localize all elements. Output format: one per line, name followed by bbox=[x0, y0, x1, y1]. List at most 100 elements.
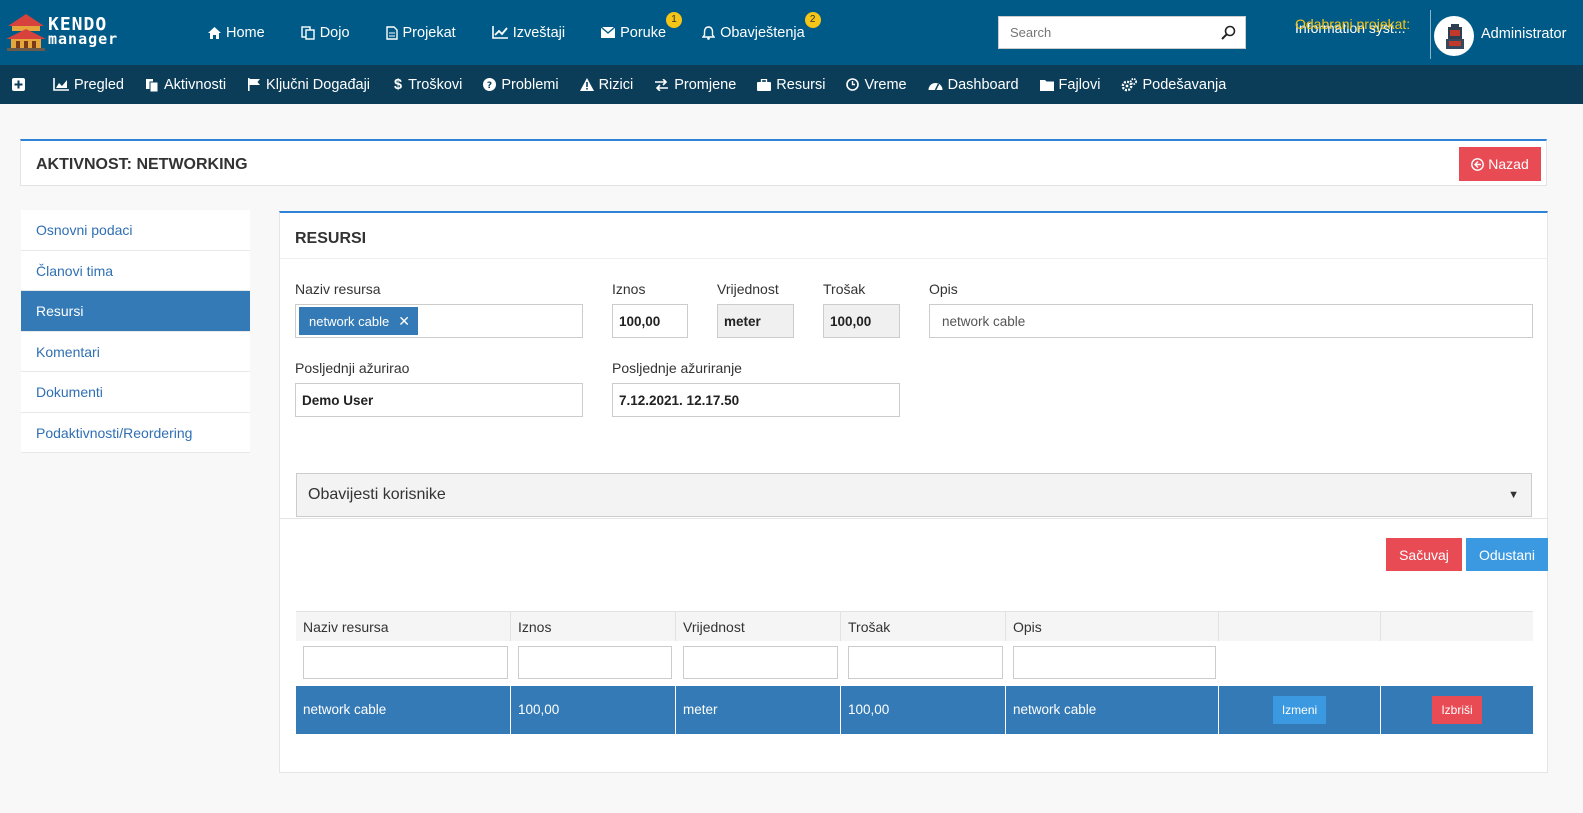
opis-input[interactable]: network cable bbox=[929, 304, 1533, 338]
subnav-problemi[interactable]: ? Problemi bbox=[483, 76, 559, 93]
subnav-pregled-label: Pregled bbox=[74, 76, 124, 93]
nav-izvestaji[interactable]: Izveštaji bbox=[491, 24, 566, 41]
edit-row-button[interactable]: Izmeni bbox=[1272, 696, 1327, 725]
sidebar-item-resursi[interactable]: Resursi bbox=[21, 291, 250, 332]
dashboard-icon bbox=[928, 82, 943, 90]
subnav-problemi-label: Problemi bbox=[501, 76, 559, 93]
nav-home[interactable]: Home bbox=[208, 25, 265, 41]
subnav-promjene-label: Promjene bbox=[674, 76, 737, 93]
files-icon bbox=[145, 78, 159, 92]
user-name[interactable]: Administrator bbox=[1481, 26, 1566, 42]
nav-poruke-label: Poruke bbox=[620, 24, 667, 41]
filter-opis-input[interactable] bbox=[1013, 646, 1216, 679]
nav-dojo[interactable]: Dojo bbox=[300, 24, 350, 41]
notify-users-dropdown[interactable]: Obavijesti korisnike ▼ bbox=[296, 473, 1532, 517]
main-nav: Home Dojo Projekat Izveštaji Poruke 1 Ob… bbox=[208, 0, 841, 65]
trosak-label: Trošak bbox=[823, 281, 866, 297]
remove-tag-icon[interactable]: ✕ bbox=[398, 313, 410, 330]
line-chart-icon bbox=[491, 26, 508, 39]
subnav-pregled[interactable]: Pregled bbox=[53, 77, 124, 93]
add-button[interactable] bbox=[12, 78, 30, 91]
subnav-resursi-label: Resursi bbox=[776, 76, 826, 93]
iznos-label: Iznos bbox=[612, 281, 646, 297]
pagoda-icon bbox=[6, 14, 46, 51]
back-button-label: Nazad bbox=[1488, 156, 1529, 172]
panel-title: RESURSI bbox=[295, 230, 367, 247]
grid-filter-row bbox=[296, 641, 1533, 686]
updated-by-label: Posljednji ažurirao bbox=[295, 360, 410, 376]
save-button[interactable]: Sačuvaj bbox=[1386, 538, 1462, 571]
sidebar-item-dokumenti[interactable]: Dokumenti bbox=[21, 372, 250, 413]
subnav-aktivnosti[interactable]: Aktivnosti bbox=[145, 77, 226, 93]
column-header-naziv[interactable]: Naziv resursa bbox=[296, 612, 511, 641]
updated-at-value: 7.12.2021. 12.17.50 bbox=[619, 392, 740, 408]
column-header-vrijednost[interactable]: Vrijednost bbox=[676, 612, 841, 641]
subnav-promjene[interactable]: Promjene bbox=[654, 77, 736, 93]
cancel-button[interactable]: Odustani bbox=[1466, 538, 1548, 571]
nav-poruke[interactable]: Poruke 1 bbox=[601, 11, 683, 41]
subnav-fajlovi[interactable]: Fajlovi bbox=[1039, 76, 1101, 93]
subnav-dashboard[interactable]: Dashboard bbox=[928, 77, 1019, 93]
nav-izvestaji-label: Izveštaji bbox=[512, 24, 566, 41]
subnav-rizici[interactable]: Rizici bbox=[579, 77, 633, 93]
filter-trosak-input[interactable] bbox=[848, 646, 1003, 679]
resources-panel: RESURSI Naziv resursa network cable ✕ Iz… bbox=[279, 211, 1548, 773]
naziv-resursa-multiselect[interactable]: network cable ✕ bbox=[295, 304, 583, 338]
subnav-aktivnosti-label: Aktivnosti bbox=[163, 76, 227, 93]
grid-header-row: Naziv resursa Iznos Vrijednost Trošak Op… bbox=[296, 611, 1533, 641]
subnav-troskovi[interactable]: $ Troškovi bbox=[391, 77, 462, 93]
selected-project[interactable]: Odabrani projekat: Information syst... bbox=[1295, 16, 1425, 36]
opis-label: Opis bbox=[929, 281, 958, 297]
sidebar-item-komentari[interactable]: Komentari bbox=[21, 331, 250, 372]
updated-by-value: Demo User bbox=[302, 392, 374, 408]
briefcase-icon bbox=[757, 78, 772, 91]
subnav-vreme[interactable]: Vreme bbox=[846, 76, 907, 93]
dollar-icon: $ bbox=[394, 76, 403, 93]
cell-iznos: 100,00 bbox=[511, 686, 676, 734]
search-icon[interactable] bbox=[1221, 25, 1236, 40]
sidebar-item-osnovni-podaci[interactable]: Osnovni podaci bbox=[21, 210, 250, 251]
nav-obavjestenja[interactable]: Obavještenja 2 bbox=[702, 11, 821, 41]
kendo-manager-logo[interactable]: KENDO manager bbox=[4, 12, 119, 54]
sidebar-item-clanovi-tima[interactable]: Članovi tima bbox=[21, 250, 250, 291]
subnav-kljucni-dogadjaji[interactable]: Ključni Događaji bbox=[247, 77, 370, 93]
subnav-fajlovi-label: Fajlovi bbox=[1058, 76, 1101, 93]
divider bbox=[280, 518, 1547, 519]
page-header: AKTIVNOST: NETWORKING Nazad bbox=[20, 139, 1547, 186]
nav-projekat[interactable]: Projekat bbox=[385, 24, 456, 41]
search-input[interactable] bbox=[999, 17, 1209, 48]
back-button[interactable]: Nazad bbox=[1459, 147, 1541, 181]
notify-users-label: Obavijesti korisnike bbox=[308, 486, 446, 503]
subnav-vreme-label: Vreme bbox=[864, 76, 907, 93]
avatar[interactable] bbox=[1434, 16, 1474, 56]
cell-delete: Izbriši bbox=[1381, 686, 1533, 734]
subnav-podesavanja[interactable]: Podešavanja bbox=[1121, 77, 1226, 93]
file-icon bbox=[385, 25, 398, 40]
column-header-trosak[interactable]: Trošak bbox=[841, 612, 1006, 641]
logo-text: KENDO manager bbox=[48, 14, 119, 48]
divider bbox=[280, 258, 1547, 259]
caret-down-icon: ▼ bbox=[1508, 489, 1519, 501]
filter-vrijednost-input[interactable] bbox=[683, 646, 838, 679]
updated-at-field: 7.12.2021. 12.17.50 bbox=[612, 383, 900, 417]
warning-icon bbox=[579, 78, 594, 91]
iznos-input[interactable]: 100,00 bbox=[612, 304, 688, 338]
opis-value: network cable bbox=[942, 313, 1026, 329]
nav-dojo-label: Dojo bbox=[319, 24, 350, 41]
subnav-resursi[interactable]: Resursi bbox=[757, 77, 825, 93]
cell-opis: network cable bbox=[1006, 686, 1219, 734]
selected-resource-tag-label: network cable bbox=[309, 313, 390, 329]
sidebar-item-podaktivnosti[interactable]: Podaktivnosti/Reordering bbox=[21, 412, 250, 453]
nav-projekat-label: Projekat bbox=[402, 24, 456, 41]
column-header-opis[interactable]: Opis bbox=[1006, 612, 1219, 641]
area-chart-icon bbox=[53, 78, 69, 91]
page-title: AKTIVNOST: NETWORKING bbox=[36, 156, 248, 173]
subnav-kljucni-dogadjaji-label: Ključni Događaji bbox=[266, 76, 371, 93]
filter-naziv-input[interactable] bbox=[303, 646, 508, 679]
delete-row-button[interactable]: Izbriši bbox=[1432, 696, 1482, 725]
column-header-iznos[interactable]: Iznos bbox=[511, 612, 676, 641]
table-row[interactable]: network cable 100,00 meter 100,00 networ… bbox=[296, 686, 1533, 734]
filter-iznos-input[interactable] bbox=[518, 646, 672, 679]
project-subnav: Pregled Aktivnosti Ključni Događaji $ Tr… bbox=[0, 65, 1583, 104]
subnav-troskovi-label: Troškovi bbox=[408, 76, 463, 93]
